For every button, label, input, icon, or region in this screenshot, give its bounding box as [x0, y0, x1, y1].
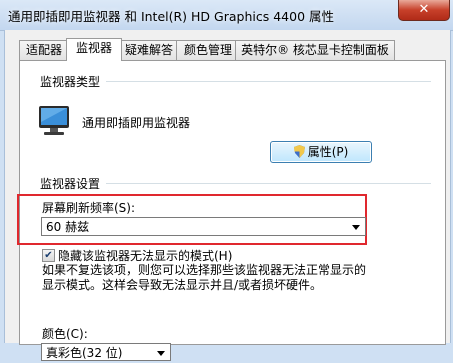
close-button[interactable]: ✕ [398, 0, 450, 21]
properties-button-label: 属性(P) [307, 145, 349, 159]
colors-value: 真彩色(32 位) [46, 346, 123, 360]
separator [106, 183, 431, 184]
tab-adapter[interactable]: 适配器 [19, 40, 69, 60]
monitor-icon [39, 106, 69, 135]
chevron-down-icon [352, 225, 360, 230]
colors-label: 颜色(C): [42, 327, 88, 341]
refresh-rate-label: 屏幕刷新频率(S): [42, 201, 136, 215]
hide-modes-label: 隐藏该监视器无法显示的模式(H) [58, 249, 233, 263]
tab-intel-graphics[interactable]: 英特尔® 核芯显卡控制面板 [235, 40, 395, 60]
tab-troubleshoot[interactable]: 疑难解答 [117, 40, 181, 60]
properties-dialog: 适配器 监视器 疑难解答 颜色管理 英特尔® 核芯显卡控制面板 监视器类型 通用… [4, 30, 451, 361]
chevron-down-icon [157, 351, 165, 356]
monitor-settings-heading: 监视器设置 [40, 177, 101, 191]
monitor-type-heading: 监视器类型 [40, 75, 101, 89]
refresh-rate-value: 60 赫兹 [46, 220, 90, 234]
tab-color-management[interactable]: 颜色管理 [176, 40, 240, 60]
separator [106, 81, 431, 82]
properties-button[interactable]: 属性(P) [270, 141, 372, 163]
hide-modes-description: 如果不复选该项，则您可以选择那些该监视器无法正常显示的显示模式。这样会导致无法显… [42, 263, 367, 292]
tab-monitor[interactable]: 监视器 [66, 38, 122, 61]
colors-select[interactable]: 真彩色(32 位) [41, 343, 171, 361]
window-title: 通用即插即用监视器 和 Intel(R) HD Graphics 4400 属性 [8, 9, 334, 24]
monitor-name: 通用即插即用监视器 [82, 116, 191, 130]
hide-modes-checkbox[interactable]: ✔ [42, 249, 55, 262]
shield-icon [293, 145, 305, 158]
title-bar: 通用即插即用监视器 和 Intel(R) HD Graphics 4400 属性… [0, 0, 453, 31]
monitor-tab-panel: 监视器类型 通用即插即用监视器 属性(P) 监视器设置 屏幕刷新频率(S): 6… [17, 60, 446, 361]
refresh-rate-select[interactable]: 60 赫兹 [41, 217, 366, 236]
